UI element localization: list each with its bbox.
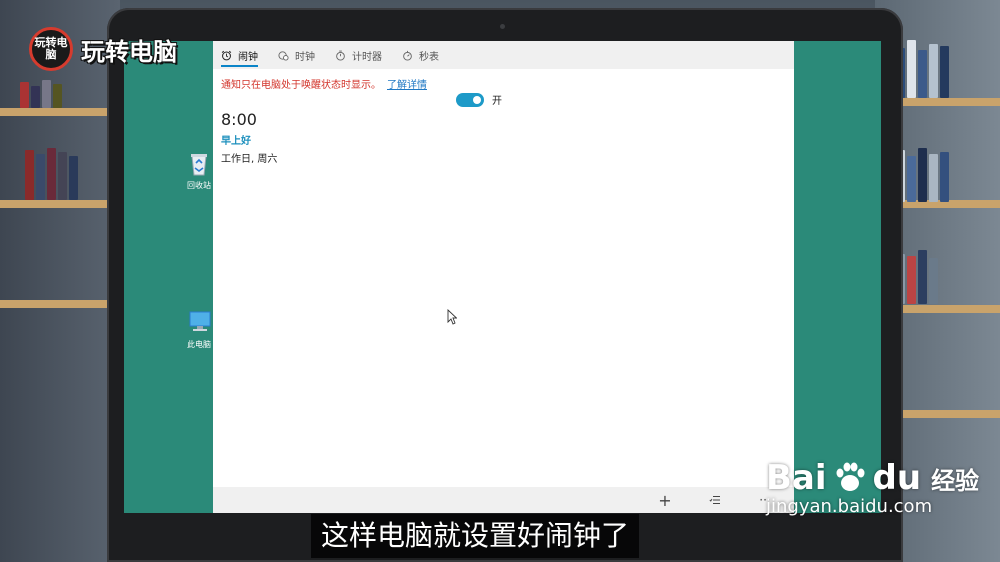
alarm-item[interactable]: 8:00 早上好 工作日, 周六: [213, 91, 794, 171]
shelf-plank: [0, 200, 120, 208]
add-alarm-button[interactable]: +: [656, 490, 674, 510]
select-alarms-button[interactable]: [706, 491, 724, 509]
shelf-plank: [0, 108, 120, 116]
this-pc-label: 此电脑: [187, 340, 211, 349]
background-bookshelf-left: [0, 0, 120, 562]
tab-stopwatch-label: 秒表: [419, 51, 439, 63]
logo-badge: 玩转电脑: [29, 27, 73, 71]
toggle-knob: [473, 95, 481, 104]
baidu-jingyan-watermark: Bai du 经验 jingyan.baidu.com: [766, 458, 979, 517]
tab-alarm-label: 闹钟: [238, 51, 258, 63]
logo-text: 玩转电脑: [81, 37, 177, 66]
books: [25, 148, 78, 200]
select-list-icon: [709, 496, 720, 504]
timer-icon: [336, 50, 345, 61]
computer-icon: [185, 308, 213, 336]
video-subtitle: 这样电脑就设置好闹钟了: [311, 514, 640, 558]
webcam: [500, 24, 505, 29]
channel-logo: 玩转电脑 玩转电脑: [29, 27, 177, 71]
learn-more-link[interactable]: 了解详情: [387, 80, 427, 91]
tab-world-clock-label: 时钟: [295, 51, 315, 63]
alarm-repeat-days: 工作日, 周六: [221, 154, 278, 165]
watermark-url: jingyan.baidu.com: [766, 496, 933, 517]
watermark-brand-bai: Bai: [766, 458, 827, 498]
tab-bar: 闹钟 时钟 计时器 秒表: [213, 41, 794, 69]
tab-timer-label: 计时器: [352, 51, 382, 63]
alarm-toggle-label: 开: [492, 96, 502, 107]
laptop-screen: 回收站 此电脑 闹钟 时钟 计时器 秒表 通知只在电脑处于唤醒状态时显示。 了解…: [124, 41, 881, 513]
baidu-paw-icon: [836, 462, 865, 491]
tab-alarm[interactable]: 闹钟: [221, 41, 258, 69]
alarm-toggle-switch[interactable]: [456, 92, 484, 107]
recycle-bin-icon: [185, 149, 213, 177]
notice-text: 通知只在电脑处于唤醒状态时显示。: [221, 80, 381, 91]
books: [20, 80, 62, 108]
world-clock-icon: [278, 50, 289, 61]
stopwatch-icon: [403, 50, 412, 61]
alarm-toggle-group: 开: [456, 92, 502, 107]
shelf-plank: [0, 300, 120, 308]
tab-stopwatch[interactable]: 秒表: [402, 41, 439, 69]
tab-timer[interactable]: 计时器: [335, 41, 382, 69]
alarms-clock-window: 闹钟 时钟 计时器 秒表 通知只在电脑处于唤醒状态时显示。 了解详情 8:00 …: [213, 41, 794, 513]
watermark-brand-du: du: [872, 458, 922, 498]
alarm-list-area: [213, 171, 794, 487]
recycle-bin-label: 回收站: [187, 181, 211, 190]
add-icon: +: [658, 490, 672, 510]
command-bar: + ···: [213, 487, 794, 513]
tab-world-clock[interactable]: 时钟: [278, 41, 315, 69]
alarm-name: 早上好: [221, 136, 251, 147]
mouse-cursor-icon: [447, 309, 457, 325]
alarm-time: 8:00: [221, 110, 257, 129]
notification-notice: 通知只在电脑处于唤醒状态时显示。 了解详情: [213, 69, 794, 91]
alarm-clock-icon: [221, 50, 232, 60]
watermark-jingyan: 经验: [931, 466, 980, 495]
